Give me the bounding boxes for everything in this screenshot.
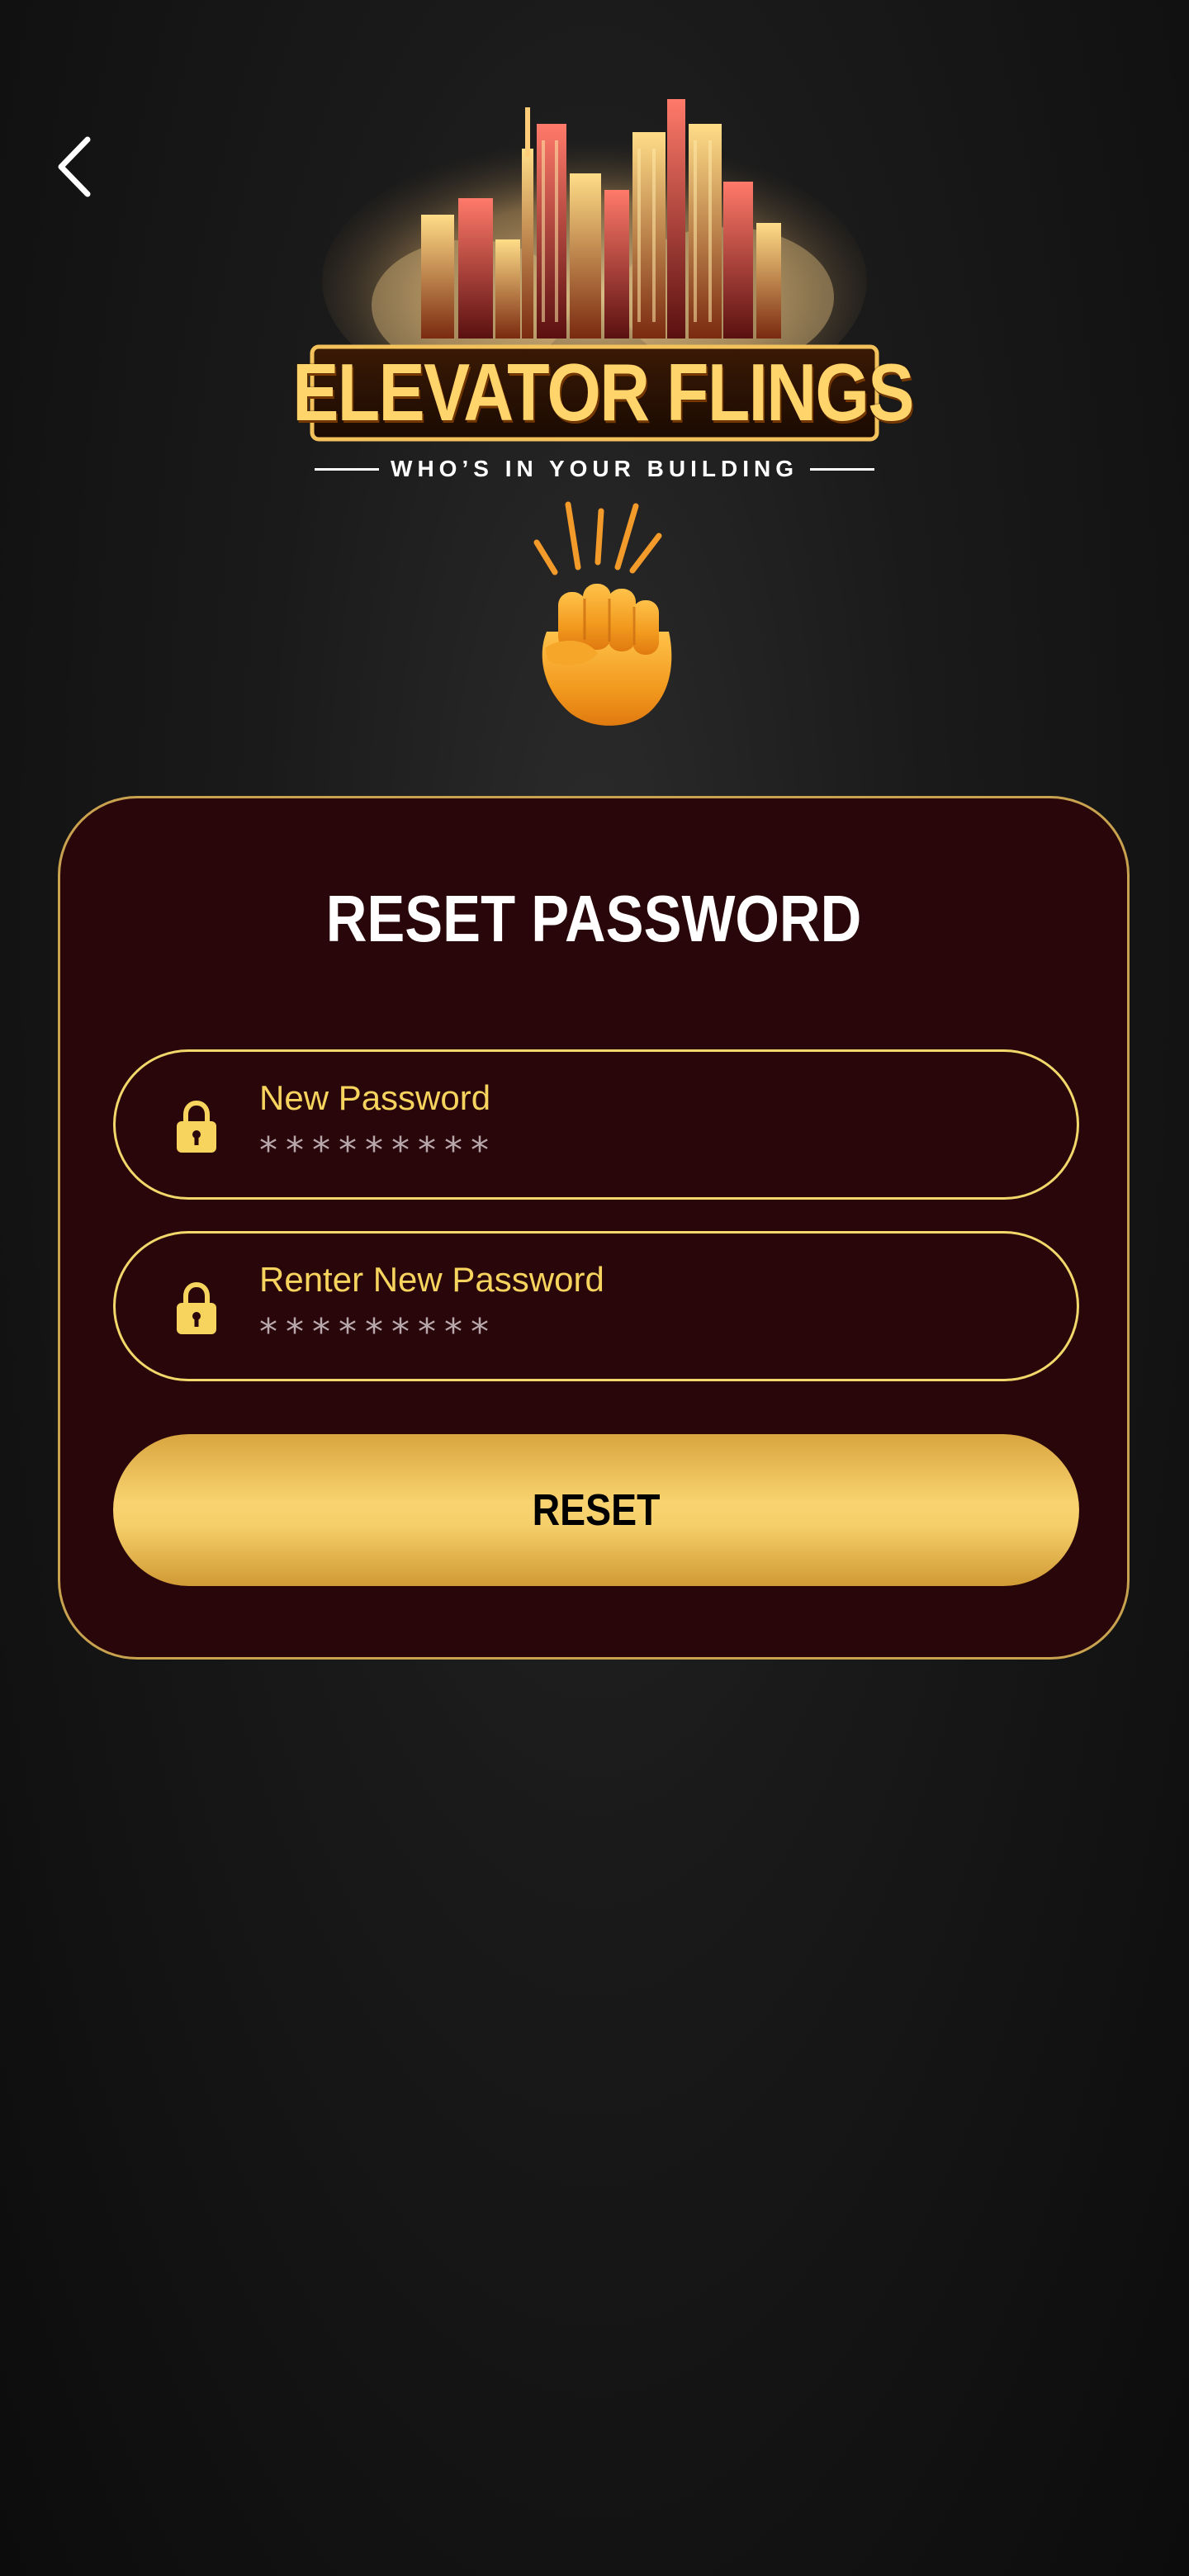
divider — [809, 467, 874, 471]
lock-icon — [175, 1281, 218, 1336]
reset-button-label: RESET — [532, 1485, 661, 1535]
brand-tagline: WHO’S IN YOUR BUILDING — [391, 456, 798, 481]
lock-icon — [175, 1100, 218, 1154]
chevron-left-icon — [58, 136, 91, 197]
renter-password-input[interactable]: ********* — [259, 1311, 497, 1353]
app-logo: ELEVATOR FLINGS WHO’S IN YOUR BUILDING — [292, 74, 914, 487]
brand-text: ELEVATOR FLINGS WHO’S IN YOUR BUILDING — [292, 346, 914, 512]
new-password-label: New Password — [259, 1078, 491, 1117]
divider — [315, 467, 380, 471]
brand-title: ELEVATOR FLINGS — [292, 346, 914, 438]
page-title: RESET PASSWORD — [325, 882, 862, 955]
reset-password-card: RESET PASSWORD New Password ********* Re… — [58, 796, 1130, 1660]
new-password-input[interactable]: ********* — [259, 1129, 497, 1172]
back-button[interactable] — [48, 132, 101, 201]
brand-tagline-row: WHO’S IN YOUR BUILDING — [312, 452, 877, 485]
renter-password-field[interactable]: Renter New Password ********* — [113, 1231, 1079, 1381]
reset-button[interactable]: RESET — [113, 1434, 1079, 1586]
new-password-field[interactable]: New Password ********* — [113, 1049, 1079, 1200]
renter-password-label: Renter New Password — [259, 1260, 604, 1299]
raised-fist-icon — [512, 491, 677, 731]
